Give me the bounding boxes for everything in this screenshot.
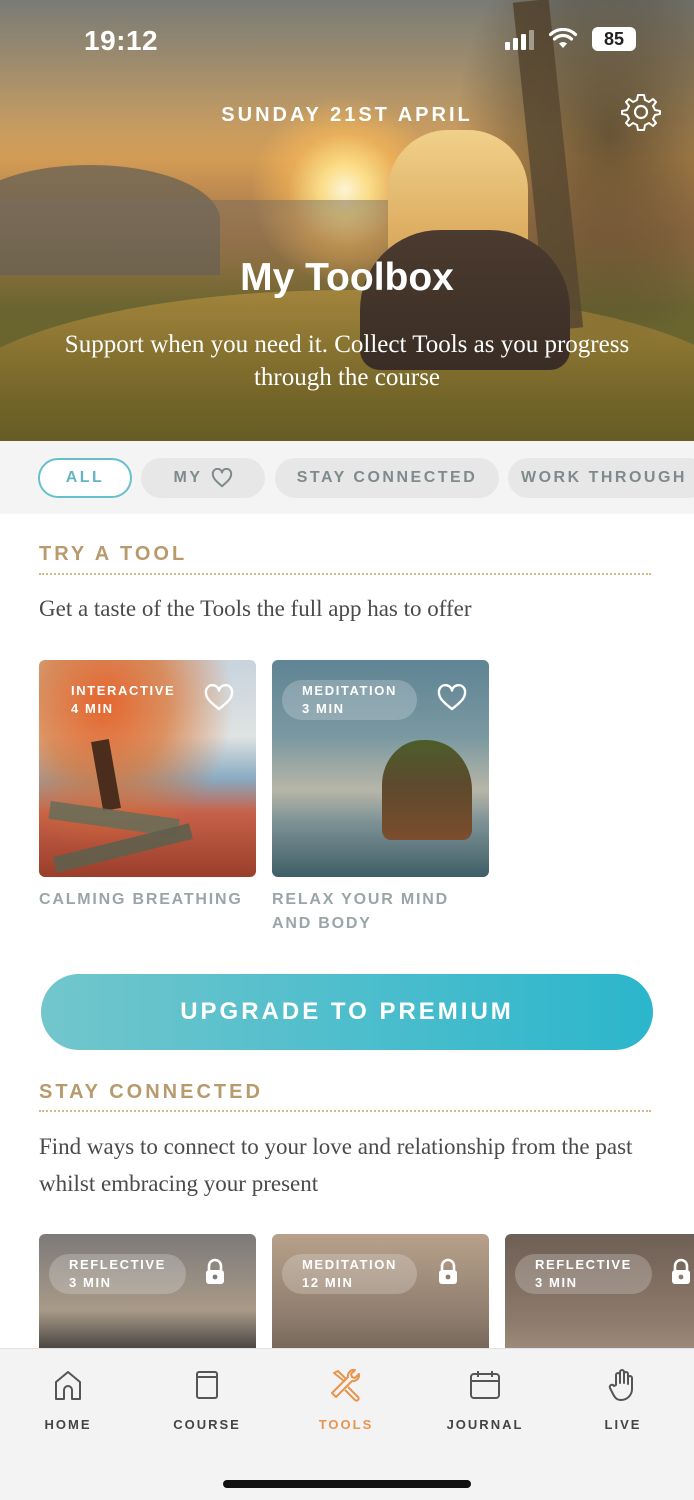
tab-journal[interactable]: JOURNAL [425, 1367, 545, 1432]
calendar-icon [470, 1371, 500, 1399]
filter-chip-stay-connected[interactable]: STAY CONNECTED [275, 458, 499, 498]
card-image-rock [382, 740, 472, 840]
home-indicator[interactable] [223, 1480, 471, 1488]
card-badge: INTERACTIVE 4 MIN [51, 680, 195, 720]
filter-chip-label: ALL [65, 469, 105, 486]
heart-icon[interactable] [204, 684, 234, 712]
tab-home[interactable]: HOME [8, 1367, 128, 1432]
section-title-stay-connected: STAY CONNECTED [39, 1081, 263, 1103]
tab-label: JOURNAL [446, 1417, 524, 1432]
tab-course[interactable]: COURSE [147, 1367, 267, 1432]
card-type: REFLECTIVE [535, 1257, 632, 1272]
filter-bar: ALL MY STAY CONNECTED WORK THROUGH [0, 441, 694, 514]
card-duration: 3 MIN [535, 1275, 578, 1290]
card-type: INTERACTIVE [71, 683, 176, 698]
card-type: MEDITATION [302, 683, 397, 698]
signal-icon [505, 28, 534, 50]
filter-chip-all[interactable]: ALL [38, 458, 132, 498]
lock-icon [206, 1258, 224, 1284]
status-icons: 85 [505, 27, 636, 51]
card-badge: MEDITATION 3 MIN [282, 680, 417, 720]
hero-date: SUNDAY 21ST APRIL [221, 104, 473, 126]
tool-card-label[interactable]: RELAX YOUR MIND AND BODY [272, 888, 472, 936]
card-image-trunk [91, 738, 121, 812]
tab-label: HOME [44, 1417, 92, 1432]
hero-banner: 19:12 85 SUNDAY 21ST APRIL My Toolbox Su… [0, 0, 694, 441]
wifi-icon [548, 28, 578, 48]
page-title: My Toolbox [240, 256, 454, 299]
tool-card-relax-mind-body[interactable]: MEDITATION 3 MIN [272, 660, 489, 877]
card-duration: 12 MIN [302, 1275, 354, 1290]
tab-label: LIVE [604, 1417, 642, 1432]
tab-bar: HOME COURSE TOOLS JOURNAL LIVE [0, 1348, 694, 1500]
lock-icon [672, 1258, 690, 1284]
tool-card-calming-breathing[interactable]: INTERACTIVE 4 MIN [39, 660, 256, 877]
tools-icon [331, 1368, 361, 1402]
home-icon [55, 1371, 81, 1400]
tab-tools[interactable]: TOOLS [286, 1367, 406, 1432]
tab-live[interactable]: LIVE [563, 1367, 683, 1432]
section-description: Get a taste of the Tools the full app ha… [39, 596, 472, 621]
filter-chip-work-through[interactable]: WORK THROUGH [508, 458, 694, 498]
heart-icon [211, 468, 232, 488]
filter-chip-my-favourites[interactable]: MY [141, 458, 265, 498]
gear-icon[interactable] [621, 92, 661, 132]
tab-label: TOOLS [318, 1417, 374, 1432]
filter-chip-label: STAY CONNECTED [296, 469, 478, 486]
filter-chip-label: MY [173, 469, 203, 486]
card-type: MEDITATION [302, 1257, 397, 1272]
section-title-try-a-tool: TRY A TOOL [39, 543, 188, 565]
upgrade-button[interactable]: UPGRADE TO PREMIUM [41, 974, 653, 1050]
tab-label: COURSE [173, 1417, 241, 1432]
card-duration: 4 MIN [71, 701, 114, 716]
section-divider [39, 1110, 651, 1112]
card-duration: 3 MIN [69, 1275, 112, 1290]
tool-card-label[interactable]: CALMING BREATHING [39, 888, 256, 912]
hand-icon [608, 1369, 633, 1401]
filter-chip-label: WORK THROUGH [521, 469, 687, 486]
lock-icon [439, 1258, 457, 1284]
card-duration: 3 MIN [302, 701, 345, 716]
page-subtitle: Support when you need it. Collect Tools … [64, 331, 630, 391]
card-badge: REFLECTIVE 3 MIN [515, 1254, 652, 1294]
book-icon [196, 1371, 218, 1399]
card-badge: MEDITATION 12 MIN [282, 1254, 417, 1294]
section-description: Find ways to connect to your love and re… [39, 1134, 633, 1196]
section-divider [39, 573, 651, 575]
card-badge: REFLECTIVE 3 MIN [49, 1254, 186, 1294]
card-type: REFLECTIVE [69, 1257, 166, 1272]
status-time: 19:12 [84, 25, 159, 56]
battery-indicator: 85 [592, 27, 636, 51]
heart-icon[interactable] [437, 684, 467, 712]
card-image-bench [53, 823, 193, 873]
